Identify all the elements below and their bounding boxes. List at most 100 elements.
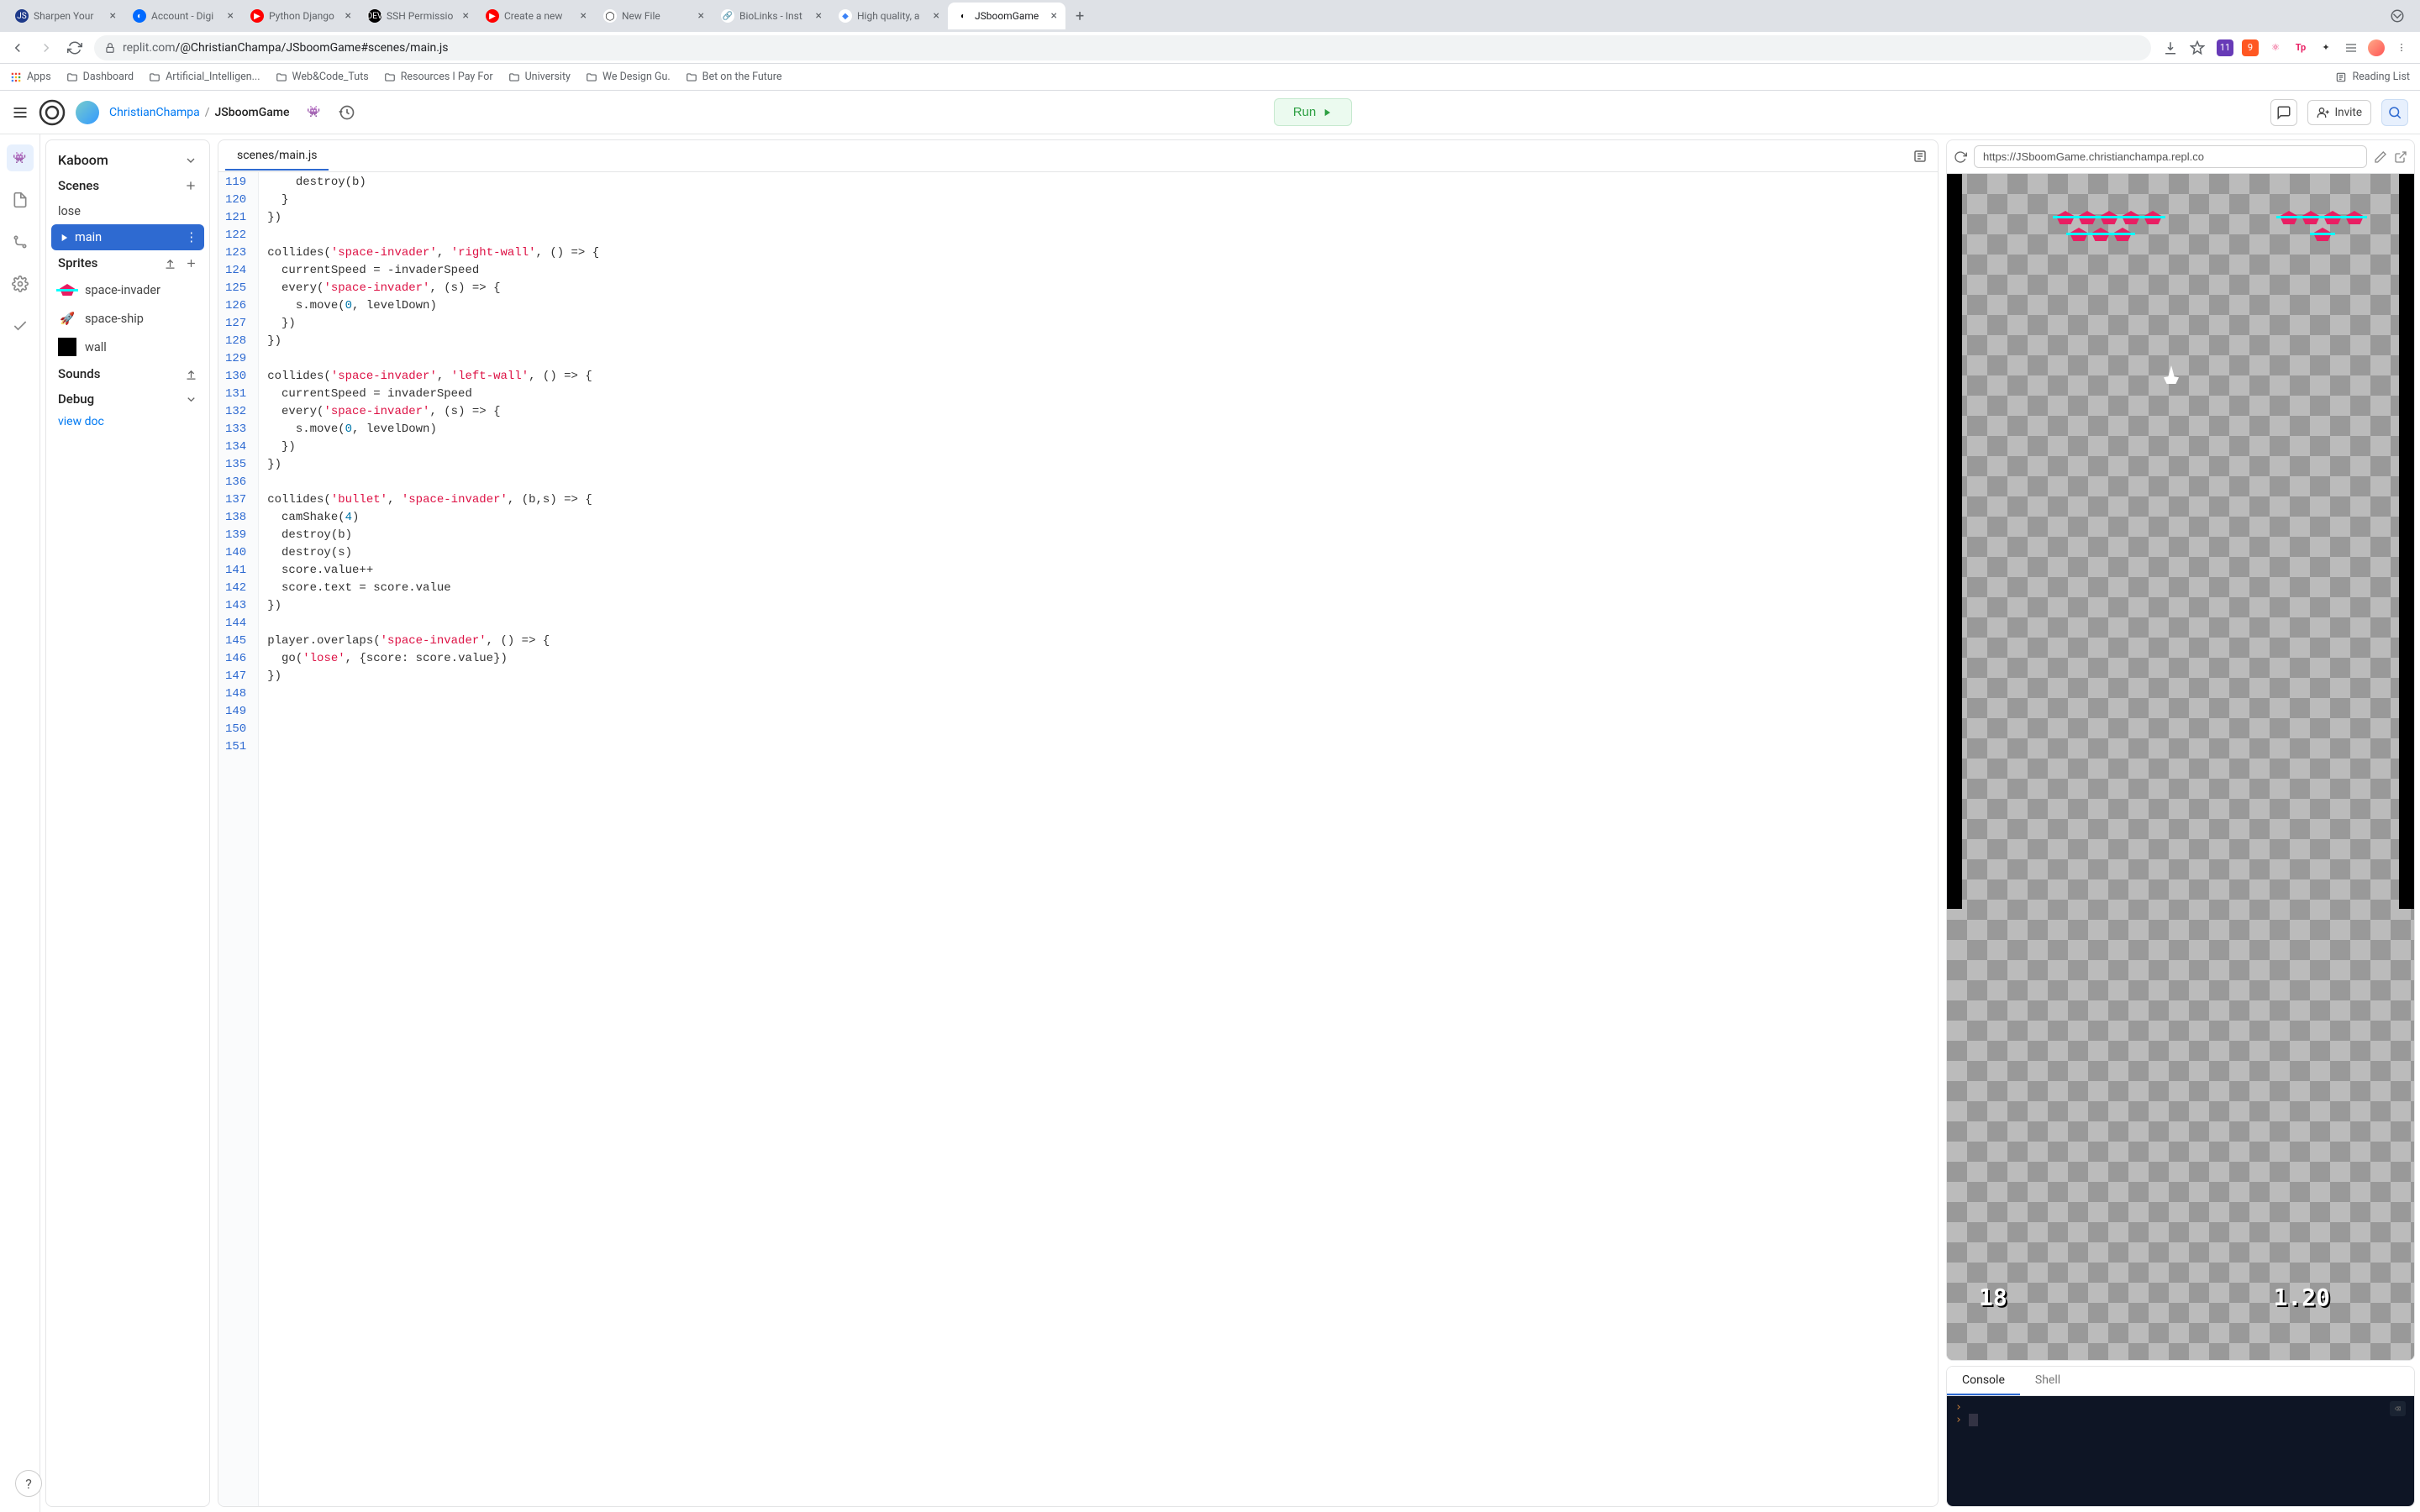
browser-tab[interactable]: ◐Account - Digi×	[124, 3, 242, 29]
ext-3[interactable]: ⚛	[2267, 39, 2284, 56]
more-icon[interactable]: ⋮	[186, 230, 198, 244]
browser-tab[interactable]: DEVSSH Permissio×	[360, 3, 477, 29]
editor-menu-icon[interactable]	[1909, 145, 1931, 167]
sb-sounds: Sounds	[46, 361, 209, 386]
sidebar: Kaboom Scenes lose main ⋮ Sprites space-…	[45, 139, 210, 1507]
tab-overflow-icon[interactable]	[2381, 8, 2413, 24]
close-icon[interactable]: ×	[228, 9, 234, 23]
sprite-invader[interactable]: space-invader	[46, 276, 209, 304]
upload-icon[interactable]	[164, 257, 176, 270]
menu-icon[interactable]	[12, 104, 29, 121]
sprite-ship[interactable]: 🚀 space-ship	[46, 304, 209, 333]
close-icon[interactable]: ×	[581, 9, 587, 23]
clear-console-icon[interactable]: ⌫	[2390, 1401, 2406, 1416]
editor-tab-main[interactable]: scenes/main.js	[225, 142, 329, 171]
plus-icon[interactable]	[185, 257, 197, 270]
tab-favicon: 🔗	[721, 9, 734, 23]
tab-title: SSH Permissio	[387, 10, 458, 22]
new-tab-button[interactable]: +	[1065, 8, 1094, 25]
code-editor[interactable]: 1191201211221231241251261271281291301311…	[218, 172, 1938, 1506]
play-icon	[58, 232, 70, 244]
bookmark-item[interactable]: Web&Code_Tuts	[276, 71, 369, 83]
tab-title: New File	[622, 10, 693, 22]
rail-settings-icon[interactable]	[7, 270, 34, 297]
profile-avatar[interactable]	[2368, 39, 2385, 56]
tab-title: BioLinks - Inst	[739, 10, 811, 22]
close-icon[interactable]: ×	[110, 9, 116, 23]
search-icon[interactable]	[2381, 99, 2408, 126]
sb-kaboom[interactable]: Kaboom	[46, 147, 209, 173]
bookmark-item[interactable]: Dashboard	[66, 71, 134, 83]
star-icon[interactable]	[2190, 40, 2205, 55]
rail-vcs-icon[interactable]	[7, 228, 34, 255]
plus-icon[interactable]	[184, 179, 197, 192]
reading-list[interactable]: Reading List	[2335, 71, 2410, 83]
bookmark-item[interactable]: We Design Gu.	[586, 71, 671, 83]
bookmark-item[interactable]: University	[508, 71, 571, 83]
ext-puzzle[interactable]: ✦	[2317, 39, 2334, 56]
game-canvas[interactable]: 18 1.20	[1947, 174, 2414, 1360]
download-icon[interactable]	[2163, 40, 2178, 55]
language-icon[interactable]: 👾	[303, 102, 325, 123]
ext-1[interactable]: 11	[2217, 39, 2233, 56]
close-icon[interactable]: ×	[934, 9, 939, 23]
close-icon[interactable]: ×	[1051, 9, 1057, 23]
tool-rail: 👾	[0, 134, 40, 1512]
output-url-input[interactable]	[1974, 145, 2367, 168]
chat-icon[interactable]	[2270, 99, 2297, 126]
sb-debug[interactable]: Debug	[46, 386, 209, 412]
scene-main[interactable]: main ⋮	[51, 224, 204, 250]
browser-tab[interactable]: ▶Create a new ×	[477, 3, 595, 29]
run-button[interactable]: Run	[1274, 98, 1353, 126]
tab-favicon: ◆	[839, 9, 852, 23]
sprite-wall[interactable]: wall	[46, 333, 209, 361]
reload-icon[interactable]	[67, 40, 82, 55]
rail-check-icon[interactable]	[7, 312, 34, 339]
ext-4[interactable]: Tp	[2292, 39, 2309, 56]
tab-shell[interactable]: Shell	[2020, 1367, 2075, 1395]
invader-cluster-2	[2280, 211, 2381, 241]
edit-icon[interactable]	[2374, 150, 2387, 164]
close-icon[interactable]: ×	[463, 9, 469, 23]
console-output[interactable]: › › ⌫	[1947, 1396, 2414, 1506]
close-icon[interactable]: ×	[345, 9, 351, 23]
open-external-icon[interactable]	[2394, 150, 2407, 164]
url-input[interactable]: replit.com/@ChristianChampa/JSboomGame#s…	[94, 35, 2151, 60]
forward-icon[interactable]	[39, 40, 54, 55]
bookmark-item[interactable]: Artificial_Intelligen...	[149, 71, 260, 83]
sb-sprites: Sprites	[46, 250, 209, 276]
bookmark-item[interactable]: Bet on the Future	[686, 71, 782, 83]
rail-kaboom-icon[interactable]: 👾	[7, 144, 34, 171]
view-doc-link[interactable]: view doc	[46, 412, 209, 432]
upload-icon[interactable]	[185, 368, 197, 381]
extensions: 11 9 ⚛ Tp ✦ ⋮	[2217, 39, 2410, 56]
browser-tab[interactable]: JSSharpen Your×	[7, 3, 124, 29]
browser-tab[interactable]: 🔗 BioLinks - Inst ×	[713, 3, 830, 29]
score-display: 18	[1979, 1284, 2007, 1311]
browser-tab[interactable]: ◆High quality, a×	[830, 3, 948, 29]
history-icon[interactable]	[339, 104, 355, 121]
ext-media[interactable]	[2343, 39, 2360, 56]
browser-tab[interactable]: ◐JSboomGame×	[948, 3, 1065, 29]
close-icon[interactable]: ×	[698, 9, 704, 23]
rail-files-icon[interactable]	[7, 186, 34, 213]
back-icon[interactable]	[10, 40, 25, 55]
owner-link[interactable]: ChristianChampa	[109, 106, 200, 119]
replit-logo[interactable]	[39, 99, 66, 126]
ext-2[interactable]: 9	[2242, 39, 2259, 56]
browser-tab[interactable]: ◯New File×	[595, 3, 713, 29]
close-icon[interactable]: ×	[816, 9, 822, 23]
invite-button[interactable]: Invite	[2307, 100, 2371, 125]
scene-lose[interactable]: lose	[46, 198, 209, 224]
help-button[interactable]: ?	[15, 1470, 42, 1497]
tab-console[interactable]: Console	[1947, 1367, 2020, 1395]
invite-icon	[2317, 106, 2330, 119]
user-avatar[interactable]	[76, 101, 99, 124]
bookmark-item[interactable]: Resources I Pay For	[384, 71, 493, 83]
sb-scenes: Scenes	[46, 173, 209, 198]
menu-icon[interactable]: ⋮	[2393, 39, 2410, 56]
bookmark-item[interactable]: Apps	[10, 71, 51, 83]
output-reload-icon[interactable]	[1954, 150, 1967, 164]
tab-title: Account - Digi	[151, 10, 223, 22]
browser-tab[interactable]: ▶Python Django×	[242, 3, 360, 29]
